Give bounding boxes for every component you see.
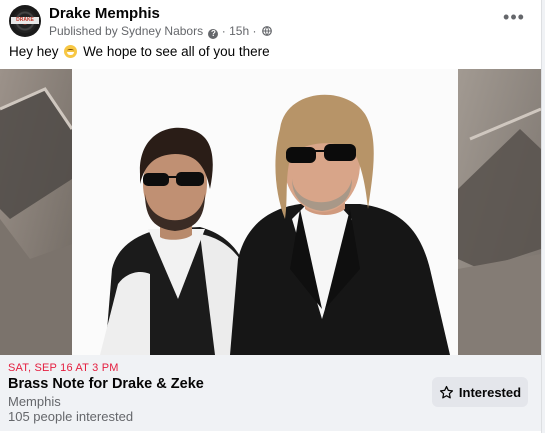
- meta-separator-2: ·: [252, 24, 257, 38]
- event-location: Memphis: [8, 394, 61, 409]
- post-text-start: Hey hey: [9, 44, 59, 59]
- post-meta: Published by Sydney Nabors ? · 15h ·: [49, 24, 272, 39]
- more-options-button[interactable]: •••: [500, 7, 528, 31]
- post-card: DRAKE Drake Memphis Published by Sydney …: [0, 0, 542, 433]
- event-details[interactable]: SAT, SEP 16 AT 3 PM Brass Note for Drake…: [0, 355, 541, 431]
- post-text: Hey hey We hope to see all of you there: [9, 43, 270, 61]
- post-header: DRAKE Drake Memphis Published by Sydney …: [9, 5, 534, 39]
- event-title[interactable]: Brass Note for Drake & Zeke: [8, 375, 204, 393]
- published-by-text[interactable]: Published by Sydney Nabors: [49, 24, 203, 38]
- globe-icon: [261, 26, 272, 36]
- post-text-end: We hope to see all of you there: [83, 44, 270, 59]
- page-avatar[interactable]: DRAKE: [9, 5, 41, 37]
- avatar-logo-text: DRAKE: [11, 17, 39, 24]
- event-cover-image[interactable]: [0, 69, 541, 355]
- event-interested-count: 105 people interested: [8, 409, 134, 424]
- grinning-face-emoji: [64, 45, 78, 58]
- meta-separator: ·: [221, 24, 226, 38]
- more-horizontal-icon: •••: [503, 7, 525, 27]
- info-icon[interactable]: ?: [208, 29, 219, 39]
- page-name-link[interactable]: Drake Memphis: [49, 5, 160, 23]
- post-time[interactable]: 15h: [229, 24, 249, 38]
- event-photo: [0, 69, 541, 355]
- interested-button[interactable]: Interested: [432, 377, 528, 407]
- interested-button-label: Interested: [458, 384, 522, 400]
- star-outline-icon: [439, 385, 453, 398]
- event-date: SAT, SEP 16 AT 3 PM: [8, 362, 119, 374]
